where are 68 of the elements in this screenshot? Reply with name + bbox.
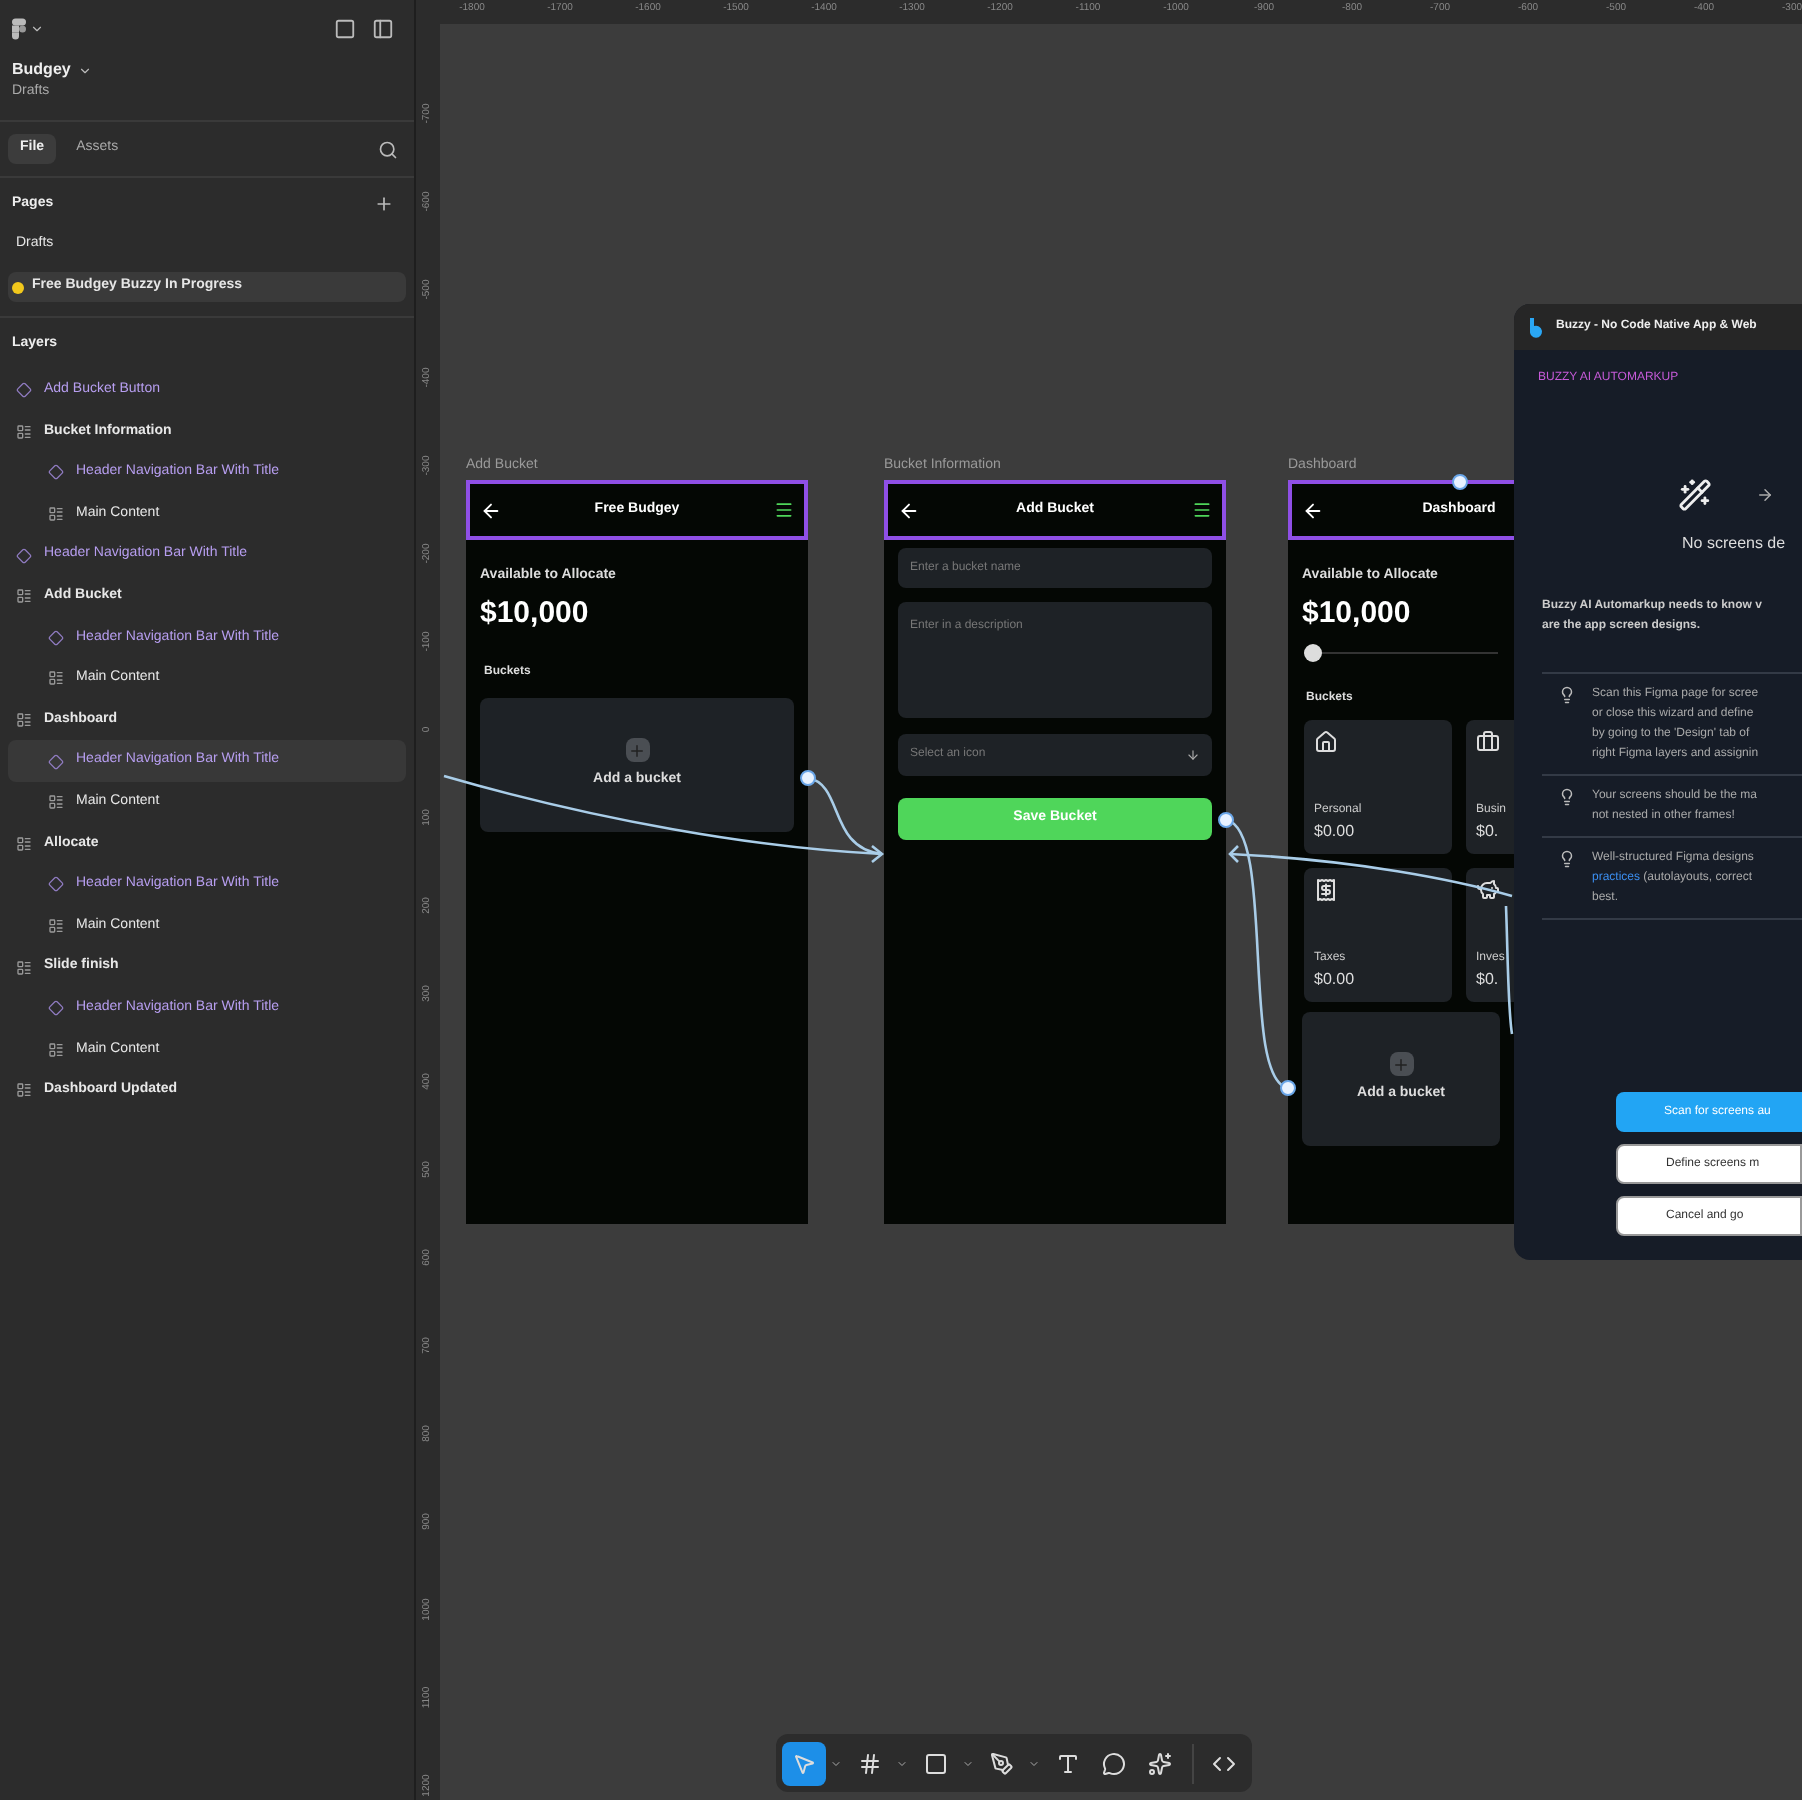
- caret-icon[interactable]: [78, 63, 93, 77]
- component-icon: [48, 1000, 64, 1017]
- bucket-amount: $0.00: [1314, 968, 1357, 992]
- add-icon: [625, 738, 649, 763]
- move-tool[interactable]: [782, 1741, 826, 1785]
- empty-title: No screens de: [1680, 532, 1788, 556]
- connector-line[interactable]: [1218, 812, 1296, 1096]
- sparkle-icon: [1148, 1751, 1172, 1775]
- lightbulb-icon: [1558, 850, 1576, 868]
- hash-icon: [858, 1751, 882, 1775]
- bucket-amount: $0.: [1476, 968, 1501, 992]
- back-icon[interactable]: [898, 499, 920, 521]
- frame-icon: [48, 918, 64, 935]
- code-icon: [1212, 1751, 1236, 1775]
- bucket-icon: [1314, 730, 1338, 754]
- frame-icon: [16, 588, 32, 605]
- bucket-icon: [1314, 878, 1338, 902]
- slider-track[interactable]: [1304, 644, 1498, 662]
- connector-line[interactable]: [1228, 845, 1513, 898]
- frame-icon: [48, 506, 64, 523]
- add-icon: [1389, 1052, 1413, 1077]
- text-icon: [1056, 1751, 1080, 1775]
- connector-line[interactable]: [443, 774, 885, 863]
- menu-icon[interactable]: [774, 500, 794, 520]
- back-icon[interactable]: [480, 499, 502, 521]
- connector-handle[interactable]: [1452, 474, 1468, 490]
- connector-line[interactable]: [1504, 905, 1514, 1035]
- component-icon: [48, 876, 64, 893]
- component-icon: [48, 629, 64, 646]
- connector-line[interactable]: [800, 770, 883, 856]
- component-icon: [48, 753, 64, 770]
- menu-icon[interactable]: [1192, 500, 1212, 520]
- file-name[interactable]: Budgey: [12, 58, 71, 82]
- frame-icon: [16, 959, 32, 976]
- component-icon: [16, 547, 32, 564]
- frame-icon: [48, 1041, 64, 1058]
- frame-icon: [16, 835, 32, 852]
- lightbulb-icon: [1558, 788, 1576, 806]
- logo-icon[interactable]: [12, 18, 26, 40]
- magic-wand-icon: [1678, 478, 1712, 512]
- add-page-icon[interactable]: [374, 194, 394, 214]
- frame-icon: [16, 1082, 32, 1099]
- square-icon: [924, 1751, 948, 1775]
- frame-icon: [48, 670, 64, 687]
- frame-icon: [48, 794, 64, 811]
- balance-amount: $10,000: [1302, 593, 1413, 633]
- logo-icon: [1530, 317, 1544, 337]
- arrow-right-icon: [1756, 486, 1774, 504]
- balance-amount: $10,000: [480, 593, 591, 633]
- pen-icon: [990, 1751, 1014, 1775]
- caret-icon[interactable]: [30, 22, 44, 36]
- bucket-amount: $0.00: [1314, 820, 1357, 844]
- speech-bubble-icon: [1102, 1751, 1126, 1775]
- search-icon[interactable]: [378, 139, 398, 159]
- bucket-icon: [1476, 730, 1500, 754]
- lightbulb-icon: [1558, 686, 1576, 704]
- back-icon[interactable]: [1302, 499, 1324, 521]
- cursor-icon: [792, 1751, 816, 1775]
- component-icon: [48, 464, 64, 481]
- down-arrow-icon: [1186, 748, 1200, 762]
- design-canvas[interactable]: [416, 0, 1802, 1800]
- component-icon: [16, 382, 32, 399]
- slider-thumb[interactable]: [1304, 644, 1322, 662]
- bucket-icon: [1476, 878, 1500, 902]
- frame-icon: [16, 423, 32, 440]
- bucket-amount: $0.: [1476, 820, 1501, 844]
- panel-icon[interactable]: [372, 18, 394, 40]
- frame-icon: [16, 712, 32, 729]
